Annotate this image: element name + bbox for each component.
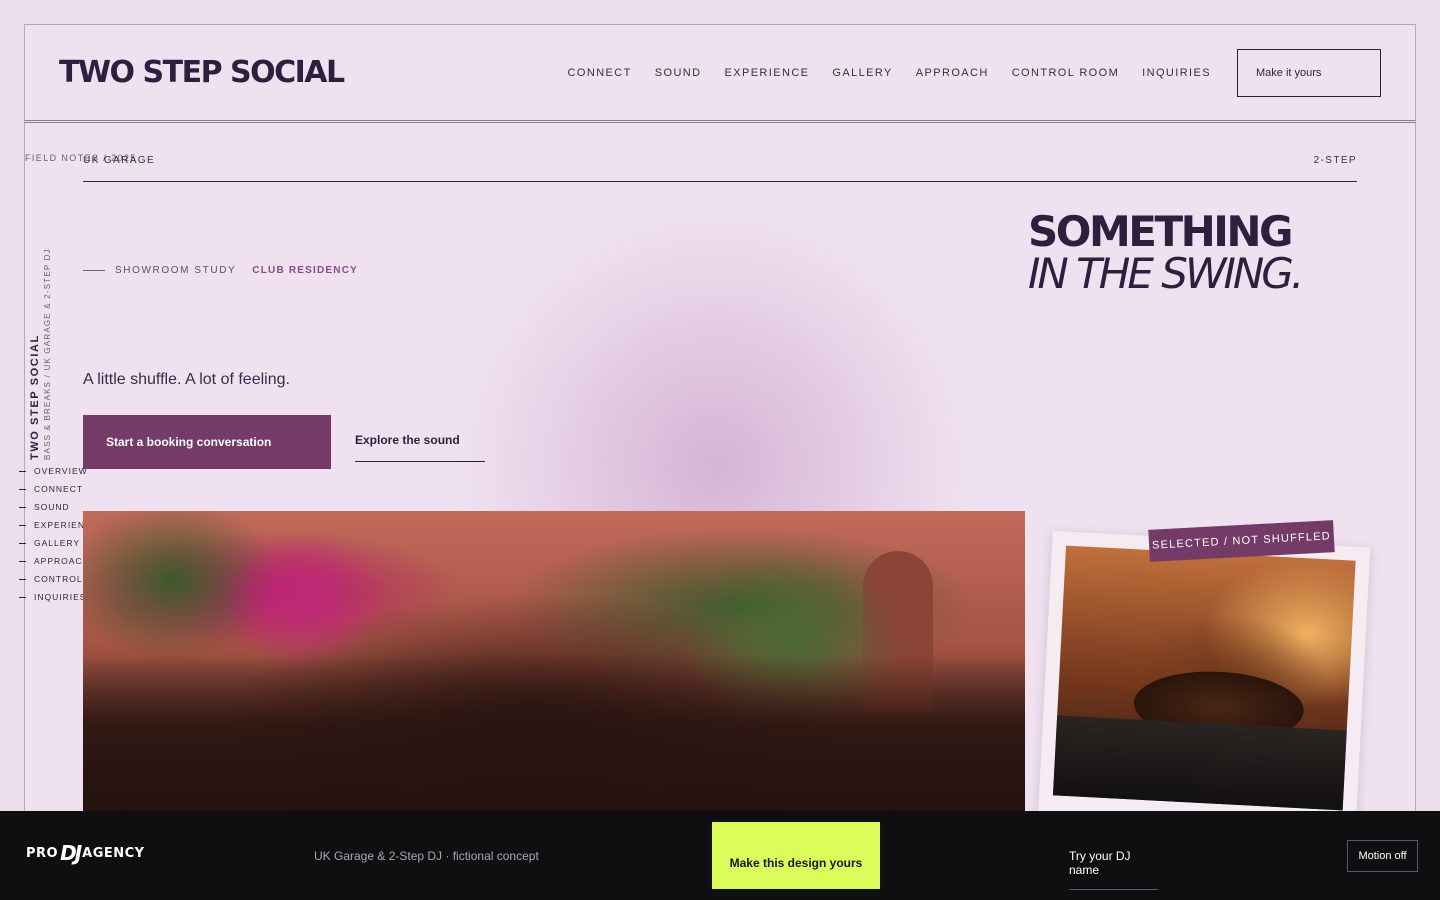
hero-photo — [83, 511, 1025, 831]
side-title: TWO STEP SOCIAL — [29, 334, 41, 460]
nav-sound[interactable]: SOUND — [655, 67, 702, 79]
page-frame: TWO STEP SOCIAL CONNECT SOUND EXPERIENCE… — [24, 24, 1416, 900]
logo-dj: DJ — [60, 841, 82, 865]
headline-line-1: SOMETHING — [1028, 207, 1294, 256]
logo-pro: PRO — [26, 845, 59, 861]
main-nav: CONNECT SOUND EXPERIENCE GALLERY APPROAC… — [568, 67, 1211, 79]
booking-button[interactable]: Start a booking conversation — [83, 415, 331, 469]
drum-deck-photo — [1052, 545, 1356, 811]
genre-tag-left: UK GARAGE — [83, 155, 156, 166]
photo-crowd — [83, 655, 1025, 831]
hero-eyebrow: SHOWROOM STUDY CLUB RESIDENCY — [83, 265, 358, 276]
concept-note: UK Garage & 2-Step DJ · fictional concep… — [314, 849, 539, 863]
headline-line-2: IN THE SWING. — [1028, 249, 1304, 298]
site-header: TWO STEP SOCIAL CONNECT SOUND EXPERIENCE… — [25, 25, 1415, 123]
nav-approach[interactable]: APPROACH — [916, 67, 989, 79]
make-design-yours-button[interactable]: Make this design yours — [712, 822, 880, 889]
brand-logo[interactable]: TWO STEP SOCIAL — [59, 55, 345, 90]
eyebrow-showroom: SHOWROOM STUDY — [115, 265, 237, 276]
motion-toggle-button[interactable]: Motion off — [1347, 840, 1418, 872]
logo-agency: AGENCY — [82, 845, 145, 861]
nav-control-room[interactable]: CONTROL ROOM — [1012, 67, 1119, 79]
nav-inquiries[interactable]: INQUIRIES — [1142, 67, 1211, 79]
nav-experience[interactable]: EXPERIENCE — [724, 67, 809, 79]
genre-tag-right: 2-STEP — [1313, 155, 1357, 166]
polaroid-photo — [1037, 530, 1371, 838]
side-subtitle: BASS & BREAKS / UK GARAGE & 2-STEP DJ — [43, 248, 52, 460]
explore-sound-link[interactable]: Explore the sound — [355, 433, 485, 462]
make-it-yours-button[interactable]: Make it yours — [1237, 49, 1381, 97]
side-nav-connect[interactable]: CONNECT — [19, 480, 116, 498]
eyebrow-residency: CLUB RESIDENCY — [252, 265, 358, 276]
hero-headline: SOMETHING IN THE SWING. — [1028, 207, 1304, 298]
photo-bougainvillea — [223, 531, 383, 671]
nav-gallery[interactable]: GALLERY — [832, 67, 892, 79]
agency-logo[interactable]: PRO DJ AGENCY — [26, 841, 145, 865]
footer-bar: PRO DJ AGENCY UK Garage & 2-Step DJ · fi… — [0, 811, 1440, 900]
divider — [83, 181, 1357, 182]
photo-dj-deck — [1052, 715, 1347, 811]
try-dj-name-link[interactable]: Try your DJ name — [1069, 849, 1158, 890]
nav-connect[interactable]: CONNECT — [568, 67, 632, 79]
hero-lede: A little shuffle. A lot of feeling. — [83, 371, 290, 388]
eyebrow-line — [83, 270, 105, 271]
